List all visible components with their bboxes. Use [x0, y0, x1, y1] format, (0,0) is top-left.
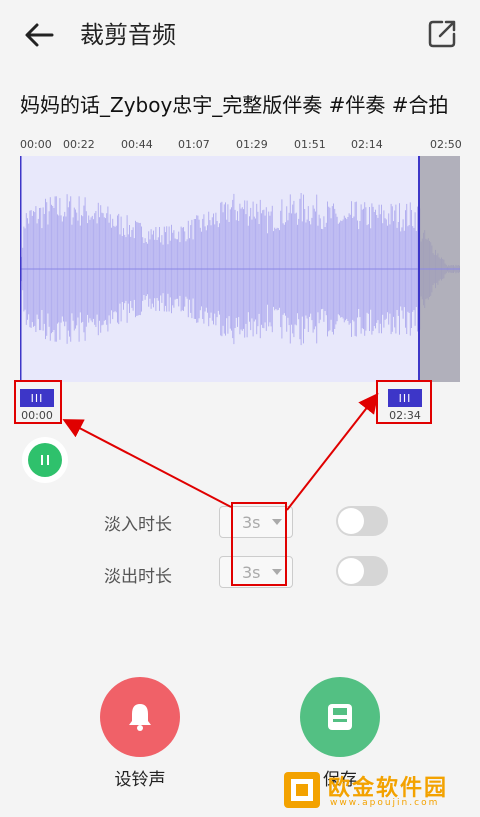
waveform[interactable]	[20, 156, 460, 382]
annotation-box-fade	[231, 502, 287, 586]
page-title: 裁剪音频	[80, 21, 176, 49]
fade-in-label: 淡入时长	[104, 515, 172, 535]
tick-label: 02:50	[430, 138, 462, 151]
watermark-logo-icon	[284, 772, 320, 808]
save-icon	[328, 704, 352, 730]
tick-label: 00:00	[20, 138, 52, 151]
tick-label: 00:44	[121, 138, 153, 151]
pause-button[interactable]	[28, 443, 62, 477]
tick-label: 01:07	[178, 138, 210, 151]
app-header: 裁剪音频	[0, 0, 480, 72]
fade-out-toggle[interactable]	[336, 556, 388, 586]
tick-label: 01:51	[294, 138, 326, 151]
annotation-box-start	[14, 380, 62, 424]
tick-label: 02:14	[351, 138, 383, 151]
pause-icon-bar	[41, 455, 43, 465]
save-button[interactable]	[300, 677, 380, 757]
bell-icon	[129, 704, 151, 731]
tick-label: 01:29	[236, 138, 268, 151]
share-icon[interactable]	[424, 16, 460, 52]
annotation-box-end	[376, 380, 432, 424]
set-ringtone-button[interactable]	[100, 677, 180, 757]
pause-icon-bar	[47, 455, 49, 465]
back-arrow-icon[interactable]	[22, 18, 56, 52]
tick-label: 00:22	[63, 138, 95, 151]
toggle-knob	[338, 558, 364, 584]
timeline-ticks: 00:00 00:22 00:44 01:07 01:29 01:51 02:1…	[20, 138, 462, 154]
song-title: 妈妈的话_Zyboy忠宇_完整版伴奏 #伴奏 #合拍	[20, 93, 449, 117]
set-ringtone-label: 设铃声	[114, 770, 166, 790]
toggle-knob	[338, 508, 364, 534]
watermark: 欧金软件园 www.apoujin.com	[282, 770, 472, 810]
fade-in-toggle[interactable]	[336, 506, 388, 536]
watermark-url: www.apoujin.com	[330, 798, 440, 808]
fade-out-label: 淡出时长	[104, 567, 172, 587]
